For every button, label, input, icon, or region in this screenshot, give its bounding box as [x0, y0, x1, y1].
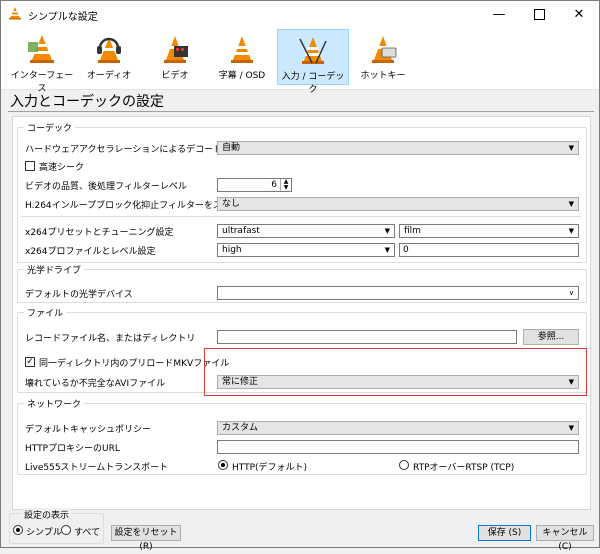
tab-interface[interactable]: インターフェース — [9, 29, 75, 94]
x264-profile-select[interactable]: high ▼ — [217, 243, 395, 257]
caching-value: カスタム — [222, 423, 259, 433]
chevron-down-icon: ▼ — [384, 227, 390, 235]
check-icon: ✓ — [26, 357, 34, 367]
broken-avi-label: 壊れているか不完全なAVIファイル — [25, 379, 166, 389]
group-codecs-legend: コーデック — [27, 124, 73, 134]
caching-select[interactable]: カスタム ▼ — [217, 421, 579, 435]
h264-skip-value: なし — [222, 199, 241, 209]
live555-http-label: HTTP(デフォルト) — [232, 463, 308, 473]
vlc-cone-icon — [9, 7, 21, 20]
record-path-input[interactable] — [217, 330, 517, 344]
category-toolbar: インターフェース オーディオ ビデオ 字幕 / OSD 入力 / コーデック ホ… — [1, 27, 599, 95]
cancel-button[interactable]: キャンセル (C) — [536, 525, 594, 552]
fast-seek-label: 高速シーク — [39, 163, 85, 173]
close-icon: ✕ — [573, 6, 585, 22]
live555-label: Live555ストリームトランスポート — [25, 463, 169, 473]
preferences-window: シンプルな設定 — ✕ インターフェース オーディオ ビデオ 字幕 / OSD … — [0, 0, 600, 552]
minimize-button[interactable]: — — [479, 1, 519, 27]
hw-decoding-select[interactable]: 自動 ▼ — [217, 141, 579, 155]
spin-arrows-icon[interactable]: ▲ ▼ — [280, 179, 291, 191]
x264-tune-value: film — [404, 226, 421, 236]
title-divider — [8, 111, 594, 112]
minimize-icon: — — [492, 6, 506, 22]
hw-decoding-value: 自動 — [222, 143, 241, 153]
http-proxy-label: HTTPプロキシーのURL — [25, 444, 120, 454]
show-all-radio[interactable] — [61, 525, 71, 535]
show-simple-radio[interactable] — [13, 525, 23, 535]
x264-preset-select[interactable]: ultrafast ▼ — [217, 224, 395, 238]
close-button[interactable]: ✕ — [559, 1, 599, 27]
codecs-divider — [21, 216, 581, 217]
fast-seek-checkbox[interactable] — [25, 161, 35, 171]
show-all-label: すべて — [74, 528, 101, 538]
tab-audio-label: オーディオ — [86, 71, 132, 81]
highlight-box — [204, 348, 587, 396]
tab-video-label: ビデオ — [161, 71, 189, 81]
chevron-down-icon: ∨ — [568, 289, 574, 297]
maximize-icon — [533, 8, 545, 20]
group-network-legend: ネットワーク — [27, 400, 82, 410]
title-bar: シンプルな設定 — ✕ — [1, 1, 599, 27]
chevron-down-icon: ▼ — [568, 424, 574, 432]
x264-preset-label: x264プリセットとチューニング設定 — [25, 228, 174, 238]
interface-cone-icon — [28, 35, 54, 63]
tab-input-codecs-label: 入力 / コーデック — [281, 72, 345, 95]
x264-tune-select[interactable]: film ▼ — [399, 224, 579, 238]
tab-audio[interactable]: オーディオ — [81, 29, 137, 85]
h264-skip-label: H.264インループブロック化抑止フィルターをスキップ — [25, 201, 249, 211]
h264-skip-select[interactable]: なし ▼ — [217, 197, 579, 211]
chevron-down-icon: ▼ — [568, 144, 574, 152]
group-files-legend: ファイル — [27, 309, 64, 319]
page-title: 入力とコーデックの設定 — [10, 94, 164, 110]
tab-video[interactable]: ビデオ — [147, 29, 203, 85]
tab-subtitles-osd-label: 字幕 / OSD — [218, 71, 266, 81]
caching-label: デフォルトキャッシュポリシー — [25, 425, 152, 435]
live555-http-radio[interactable] — [218, 460, 228, 470]
show-settings-legend: 設定の表示 — [22, 508, 72, 521]
optical-device-label: デフォルトの光学デバイス — [25, 290, 133, 300]
tab-input-codecs[interactable]: 入力 / コーデック — [277, 29, 349, 95]
postproc-spinbox[interactable]: 6 ▲ ▼ — [217, 178, 292, 192]
record-label: レコードファイル名、またはディレクトリ — [25, 334, 196, 344]
preload-mkv-checkbox[interactable]: ✓ — [25, 357, 35, 367]
settings-panel: コーデック ハードウェアアクセラレーションによるデコード 自動 ▼ 高速シーク … — [12, 116, 591, 510]
live555-rtsp-label: RTPオーバーRTSP (TCP) — [413, 463, 515, 473]
browse-button[interactable]: 参照... — [523, 329, 579, 345]
chevron-down-icon: ▼ — [568, 200, 574, 208]
show-simple-label: シンプル — [26, 528, 62, 538]
hotkeys-cone-icon — [372, 36, 397, 63]
save-button[interactable]: 保存 (S) — [478, 525, 531, 541]
window-title: シンプルな設定 — [28, 12, 98, 23]
group-optical-legend: 光学ドライブ — [27, 266, 82, 276]
subtitles-cone-icon — [231, 36, 253, 63]
x264-level-input[interactable]: 0 — [399, 243, 579, 257]
tab-hotkeys[interactable]: ホットキー — [357, 29, 409, 85]
x264-preset-value: ultrafast — [222, 226, 260, 236]
hw-decoding-label: ハードウェアアクセラレーションによるデコード — [25, 145, 223, 155]
chevron-down-icon: ▼ — [384, 246, 390, 254]
film-cone-icon — [164, 36, 188, 63]
show-settings-group: 設定の表示 シンプル すべて — [9, 508, 104, 544]
headphones-cone-icon — [97, 37, 121, 63]
optical-device-select[interactable]: ∨ — [217, 286, 579, 300]
x264-profile-label: x264プロファイルとレベル設定 — [25, 247, 156, 257]
live555-rtsp-radio[interactable] — [399, 460, 409, 470]
postproc-label: ビデオの品質、後処理フィルターレベル — [25, 182, 187, 192]
input-codecs-cone-icon — [299, 37, 327, 64]
chevron-down-icon: ▼ — [568, 227, 574, 235]
postproc-value: 6 — [271, 180, 277, 190]
maximize-button[interactable] — [519, 1, 559, 27]
tab-subtitles-osd[interactable]: 字幕 / OSD — [209, 29, 275, 85]
x264-profile-value: high — [222, 245, 242, 255]
x264-level-value: 0 — [403, 245, 409, 255]
reset-button[interactable]: 設定をリセット (R) — [111, 525, 181, 552]
http-proxy-input[interactable] — [217, 440, 579, 454]
tab-hotkeys-label: ホットキー — [360, 71, 406, 81]
preload-mkv-label: 同一ディレクトリ内のプリロードMKVファイル — [39, 359, 230, 369]
